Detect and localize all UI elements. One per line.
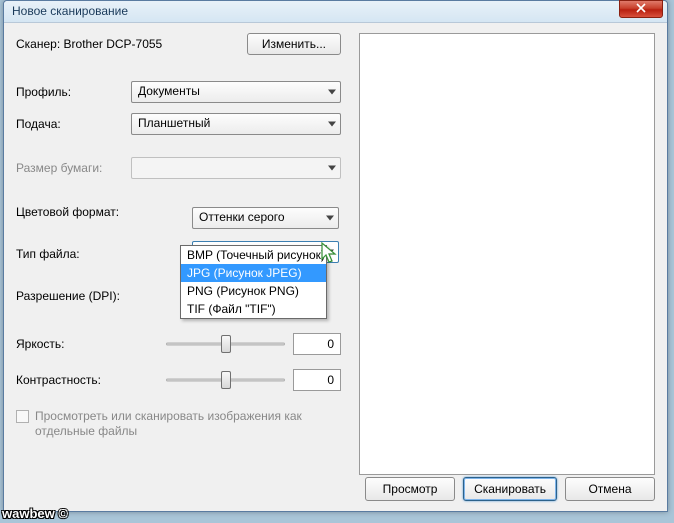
scanner-name: Brother DCP-7055 xyxy=(64,37,163,51)
contrast-slider[interactable] xyxy=(166,369,285,391)
scanner-label: Сканер: Brother DCP-7055 xyxy=(16,37,162,51)
watermark: wawbew © xyxy=(2,506,68,521)
slider-thumb[interactable] xyxy=(221,371,231,389)
file-type-dropdown[interactable]: BMP (Точечный рисунок) JPG (Рисунок JPEG… xyxy=(180,245,327,319)
file-type-label: Тип файла: xyxy=(16,247,176,261)
close-button[interactable] xyxy=(619,0,663,18)
color-format-label: Цветовой формат: xyxy=(16,205,176,219)
scan-dialog: Новое сканирование Сканер: Brother DCP-7… xyxy=(3,0,668,512)
color-format-select[interactable]: Оттенки серого xyxy=(192,207,339,229)
window-title: Новое сканирование xyxy=(12,4,128,18)
contrast-value[interactable] xyxy=(293,369,341,391)
paper-size-label: Размер бумаги: xyxy=(16,161,131,175)
brightness-value[interactable] xyxy=(293,333,341,355)
dropdown-option-tif[interactable]: TIF (Файл "TIF") xyxy=(181,300,326,318)
preview-area xyxy=(359,33,655,475)
slider-thumb[interactable] xyxy=(221,335,231,353)
separate-files-checkbox xyxy=(16,410,29,423)
chevron-down-icon xyxy=(328,122,336,127)
profile-select[interactable]: Документы xyxy=(131,81,341,103)
dropdown-option-bmp[interactable]: BMP (Точечный рисунок) xyxy=(181,246,326,264)
feed-label: Подача: xyxy=(16,117,131,131)
change-scanner-button[interactable]: Изменить... xyxy=(247,33,341,55)
feed-select[interactable]: Планшетный xyxy=(131,113,341,135)
chevron-down-icon xyxy=(326,250,334,255)
chevron-down-icon xyxy=(328,166,336,171)
profile-label: Профиль: xyxy=(16,85,131,99)
contrast-label: Контрастность: xyxy=(16,373,166,387)
brightness-label: Яркость: xyxy=(16,337,166,351)
dropdown-option-jpg[interactable]: JPG (Рисунок JPEG) xyxy=(181,264,326,282)
chevron-down-icon xyxy=(328,90,336,95)
scan-button[interactable]: Сканировать xyxy=(463,477,557,501)
chevron-down-icon xyxy=(326,216,334,221)
dropdown-option-png[interactable]: PNG (Рисунок PNG) xyxy=(181,282,326,300)
dialog-footer: Просмотр Сканировать Отмена xyxy=(365,477,655,501)
close-icon xyxy=(636,3,646,13)
preview-button[interactable]: Просмотр xyxy=(365,477,455,501)
cancel-button[interactable]: Отмена xyxy=(565,477,655,501)
settings-panel: Сканер: Brother DCP-7055 Изменить... Про… xyxy=(16,33,341,439)
brightness-slider[interactable] xyxy=(166,333,285,355)
paper-size-select xyxy=(131,157,341,179)
titlebar: Новое сканирование xyxy=(4,1,667,23)
dialog-content: Сканер: Brother DCP-7055 Изменить... Про… xyxy=(4,23,667,511)
resolution-label: Разрешение (DPI): xyxy=(16,289,176,303)
separate-files-label: Просмотреть или сканировать изображения … xyxy=(35,409,341,439)
